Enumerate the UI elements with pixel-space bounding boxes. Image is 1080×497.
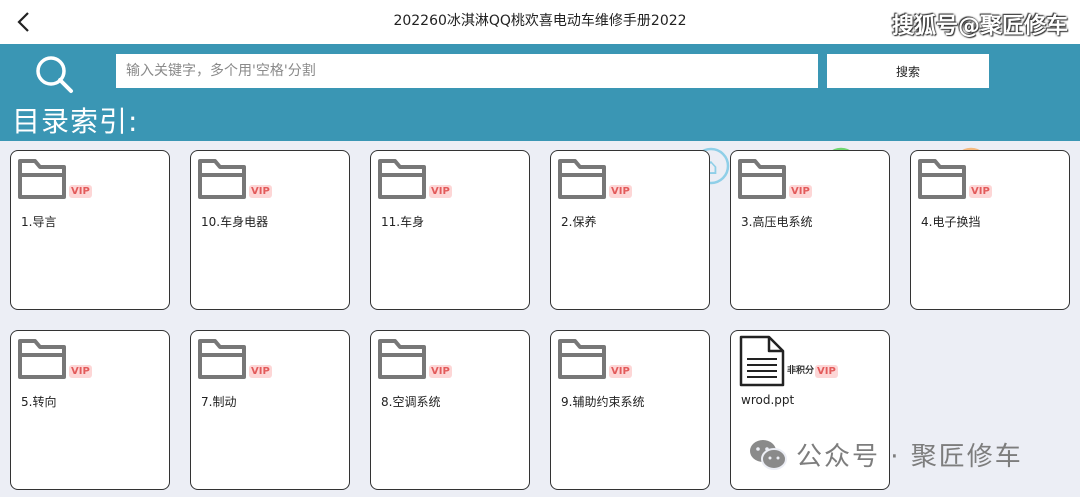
- vip-badge: VIP: [815, 365, 838, 378]
- folder-label: 7.制动: [201, 395, 237, 409]
- folder-card[interactable]: VIP 10.车身电器: [190, 150, 350, 310]
- folder-icon: [378, 159, 426, 199]
- vip-badge: VIP: [429, 185, 452, 198]
- document-icon: [739, 335, 785, 387]
- folder-card[interactable]: VIP 3.高压电系统: [730, 150, 890, 310]
- file-card[interactable]: 非积分 VIP wrod.ppt: [730, 330, 890, 490]
- chevron-left-icon: [17, 12, 29, 32]
- folder-icon: [18, 159, 66, 199]
- back-button[interactable]: [8, 6, 38, 38]
- vip-badge: VIP: [249, 185, 272, 198]
- folder-label: 9.辅助约束系统: [561, 395, 645, 409]
- folder-label: 3.高压电系统: [741, 215, 813, 229]
- folder-card[interactable]: VIP 4.电子换挡: [910, 150, 1070, 310]
- folder-label: 4.电子换挡: [921, 215, 981, 229]
- points-badge: 非积分: [787, 366, 815, 376]
- vip-badge: VIP: [609, 185, 632, 198]
- vip-badge: VIP: [249, 365, 272, 378]
- folder-icon: [198, 159, 246, 199]
- folder-label: 1.导言: [21, 215, 57, 229]
- folder-card[interactable]: VIP 2.保养: [550, 150, 710, 310]
- vip-badge: VIP: [69, 185, 92, 198]
- folder-icon: [18, 339, 66, 379]
- top-bar: 202260冰淇淋QQ桃欢喜电动车维修手册2022 搜狐号@聚匠修车: [0, 0, 1080, 44]
- search-input[interactable]: [116, 54, 818, 88]
- folder-card[interactable]: VIP 9.辅助约束系统: [550, 330, 710, 490]
- folder-icon: [378, 339, 426, 379]
- watermark-top: 搜狐号@聚匠修车: [891, 14, 1068, 39]
- folder-card[interactable]: VIP 8.空调系统: [370, 330, 530, 490]
- folder-icon: [918, 159, 966, 199]
- folder-card[interactable]: VIP 11.车身: [370, 150, 530, 310]
- folder-label: 5.转向: [21, 395, 57, 409]
- file-label: wrod.ppt: [741, 393, 795, 407]
- search-icon[interactable]: [32, 52, 76, 96]
- index-title: 目录索引:: [12, 105, 139, 138]
- vip-badge: VIP: [609, 365, 632, 378]
- folder-card[interactable]: VIP 1.导言: [10, 150, 170, 310]
- vip-badge: VIP: [969, 185, 992, 198]
- search-button[interactable]: 搜索: [827, 54, 989, 88]
- folder-label: 11.车身: [381, 215, 425, 229]
- vip-badge: VIP: [69, 365, 92, 378]
- folder-label: 8.空调系统: [381, 395, 441, 409]
- folder-icon: [738, 159, 786, 199]
- folder-card[interactable]: VIP 5.转向: [10, 330, 170, 490]
- folder-icon: [558, 159, 606, 199]
- folder-icon: [198, 339, 246, 379]
- vip-badge: VIP: [429, 365, 452, 378]
- search-area: 搜索 目录索引:: [0, 44, 1080, 141]
- folder-label: 10.车身电器: [201, 215, 269, 229]
- vip-badge: VIP: [789, 185, 812, 198]
- folder-label: 2.保养: [561, 215, 597, 229]
- folder-icon: [558, 339, 606, 379]
- folder-card[interactable]: VIP 7.制动: [190, 330, 350, 490]
